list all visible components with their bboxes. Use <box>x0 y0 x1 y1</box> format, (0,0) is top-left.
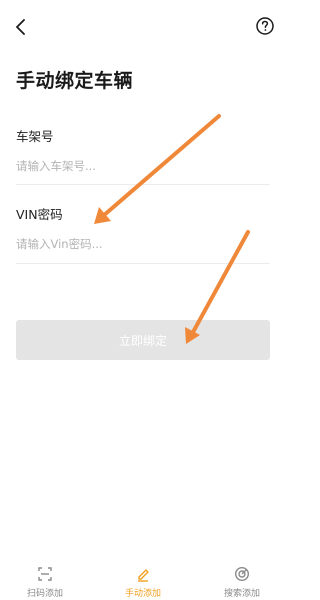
radar-search-icon <box>234 566 250 582</box>
edit-icon <box>138 569 149 582</box>
vin-password-divider <box>16 263 270 264</box>
vin-password-label: VIN密码 <box>16 207 63 222</box>
status-bar <box>0 0 287 8</box>
chevron-left-icon <box>16 19 25 35</box>
tab-search-add[interactable]: 搜索添加 <box>197 560 287 600</box>
bind-now-button[interactable]: 立即绑定 <box>16 320 270 360</box>
frame-number-input[interactable] <box>16 155 270 177</box>
question-circle-icon <box>256 17 274 35</box>
tab-manual-add[interactable]: 手动添加 <box>98 560 188 600</box>
bottom-tab-bar: 扫码添加 手动添加 搜索添加 <box>0 560 287 600</box>
frame-number-divider <box>16 184 270 185</box>
vin-password-input[interactable] <box>16 233 270 255</box>
tab-label: 手动添加 <box>124 589 161 599</box>
top-bar <box>0 12 287 40</box>
back-button[interactable] <box>10 16 32 38</box>
tab-label: 搜索添加 <box>223 589 260 599</box>
page-title: 手动绑定车辆 <box>16 70 134 92</box>
help-button[interactable] <box>255 16 275 36</box>
frame-number-label: 车架号 <box>16 129 54 144</box>
scan-icon <box>38 567 52 581</box>
tab-scan-add[interactable]: 扫码添加 <box>0 560 90 600</box>
tab-label: 扫码添加 <box>26 589 63 599</box>
